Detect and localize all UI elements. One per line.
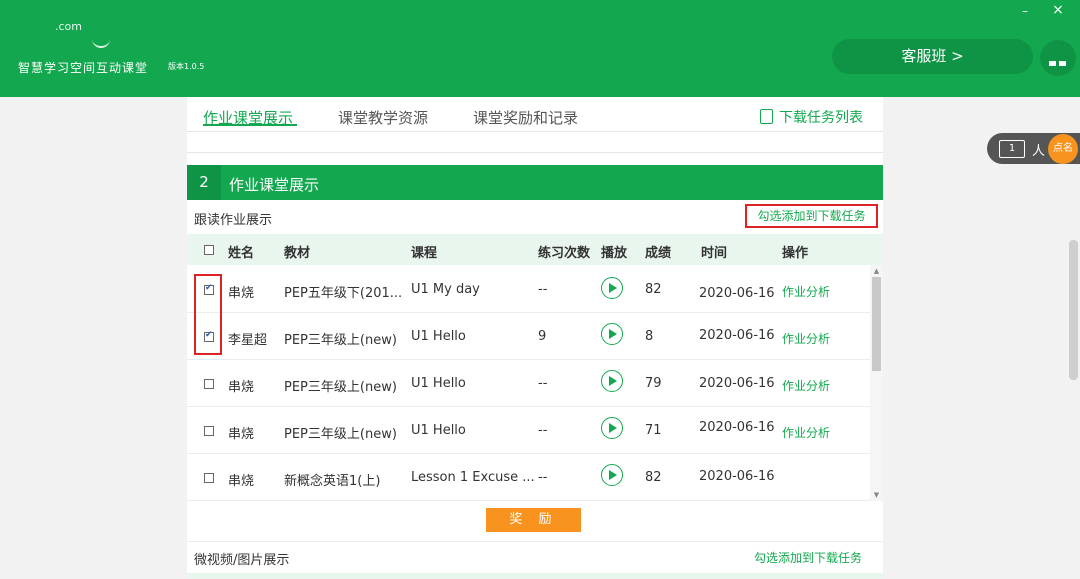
row-textbook: 新概念英语1(上) xyxy=(284,474,381,489)
column-header-practice-count: 练习次数 xyxy=(538,246,591,261)
row-score: 82 xyxy=(645,470,662,485)
row-name: 串烧 xyxy=(228,427,255,442)
row-score: 82 xyxy=(645,282,662,297)
play-icon[interactable] xyxy=(601,323,623,345)
column-header-name: 姓名 xyxy=(228,246,255,261)
checked-rows-highlight xyxy=(194,274,222,355)
play-icon[interactable] xyxy=(601,417,623,439)
logo: .com xyxy=(55,20,82,33)
download-list-icon xyxy=(760,109,773,124)
row-time: 2020-06-16 xyxy=(699,328,775,343)
tab-teaching-resources[interactable]: 课堂教学资源 xyxy=(338,107,428,128)
row-lesson: U1 Hello xyxy=(411,423,466,438)
scroll-down-icon[interactable]: ▼ xyxy=(870,489,883,501)
app-title: 智慧学习空间互动课堂 xyxy=(18,61,149,75)
subsection-title: 跟读作业展示 xyxy=(194,213,273,228)
section-number: 2 xyxy=(187,165,221,200)
row-lesson: U1 My day xyxy=(411,282,480,297)
column-header-time: 时间 xyxy=(701,246,728,261)
row-lesson: U1 Hello xyxy=(411,376,466,391)
column-header-action: 操作 xyxy=(782,246,809,261)
row-practice-count: -- xyxy=(538,470,548,485)
customer-service-button[interactable]: 客服班 > xyxy=(832,39,1033,74)
row-time: 2020-06-16 xyxy=(699,469,775,484)
row-practice-count: -- xyxy=(538,376,548,391)
video-table-header xyxy=(187,573,883,579)
table-scrollbar-thumb[interactable] xyxy=(872,277,881,371)
add-video-to-download-button[interactable]: 勾选添加到下载任务 xyxy=(754,549,862,566)
add-to-download-button[interactable]: 勾选添加到下载任务 xyxy=(745,204,878,228)
row-practice-count: -- xyxy=(538,423,548,438)
row-time: 2020-06-16 xyxy=(699,286,775,301)
row-score: 79 xyxy=(645,376,662,391)
homework-analysis-link[interactable]: 作业分析 xyxy=(782,424,830,441)
download-list-label: 下载任务列表 xyxy=(779,110,863,126)
app-version: 版本1.0.5 xyxy=(168,62,205,71)
play-icon[interactable] xyxy=(601,370,623,392)
row-checkbox[interactable] xyxy=(204,473,214,483)
download-list-link[interactable]: 下载任务列表 xyxy=(760,107,863,127)
row-textbook: PEP三年级上(new) xyxy=(284,333,397,348)
play-icon[interactable] xyxy=(601,277,623,299)
row-name: 串烧 xyxy=(228,286,255,301)
minimize-icon[interactable]: – xyxy=(1018,4,1032,18)
page-scrollbar[interactable] xyxy=(1069,240,1078,380)
active-tab-indicator xyxy=(203,124,297,126)
row-practice-count: 9 xyxy=(538,329,547,344)
homework-analysis-link[interactable]: 作业分析 xyxy=(782,283,830,300)
column-header-play: 播放 xyxy=(601,246,628,261)
column-header-score: 成绩 xyxy=(645,246,672,261)
roll-call-unit: 人 xyxy=(1032,144,1046,159)
row-practice-count: -- xyxy=(538,282,548,297)
homework-analysis-link[interactable]: 作业分析 xyxy=(782,330,830,347)
row-name: 串烧 xyxy=(228,380,255,395)
play-icon[interactable] xyxy=(601,464,623,486)
avatar-dot-icon xyxy=(1059,61,1066,66)
close-icon[interactable]: × xyxy=(1051,3,1065,17)
row-checkbox[interactable] xyxy=(204,379,214,389)
row-lesson: Lesson 1 Excuse ... xyxy=(411,470,535,485)
avatar-dot-icon xyxy=(1049,61,1056,66)
row-textbook: PEP三年级上(new) xyxy=(284,427,397,442)
row-name: 李星超 xyxy=(228,333,268,348)
homework-analysis-link[interactable]: 作业分析 xyxy=(782,377,830,394)
roll-call-button[interactable]: 点名 xyxy=(1048,134,1078,164)
section-title: 作业课堂展示 xyxy=(229,176,320,194)
video-section-title: 微视频/图片展示 xyxy=(194,553,290,568)
row-score: 8 xyxy=(645,329,654,344)
roll-call-count[interactable]: 1 xyxy=(999,140,1025,158)
avatar[interactable] xyxy=(1040,40,1076,76)
blank-strip xyxy=(187,132,883,153)
row-textbook: PEP五年级下(201... xyxy=(284,286,403,301)
row-time: 2020-06-16 xyxy=(699,420,775,435)
scroll-up-icon[interactable]: ▲ xyxy=(870,265,883,277)
row-score: 71 xyxy=(645,423,662,438)
column-header-lesson: 课程 xyxy=(411,246,438,261)
column-header-textbook: 教材 xyxy=(284,246,311,261)
row-time: 2020-06-16 xyxy=(699,376,775,391)
reward-button[interactable]: 奖 励 xyxy=(486,508,581,532)
row-lesson: U1 Hello xyxy=(411,329,466,344)
tab-rewards-records[interactable]: 课堂奖励和记录 xyxy=(473,107,578,128)
row-name: 串烧 xyxy=(228,474,255,489)
select-all-checkbox[interactable] xyxy=(204,245,214,255)
row-textbook: PEP三年级上(new) xyxy=(284,380,397,395)
row-checkbox[interactable] xyxy=(204,426,214,436)
